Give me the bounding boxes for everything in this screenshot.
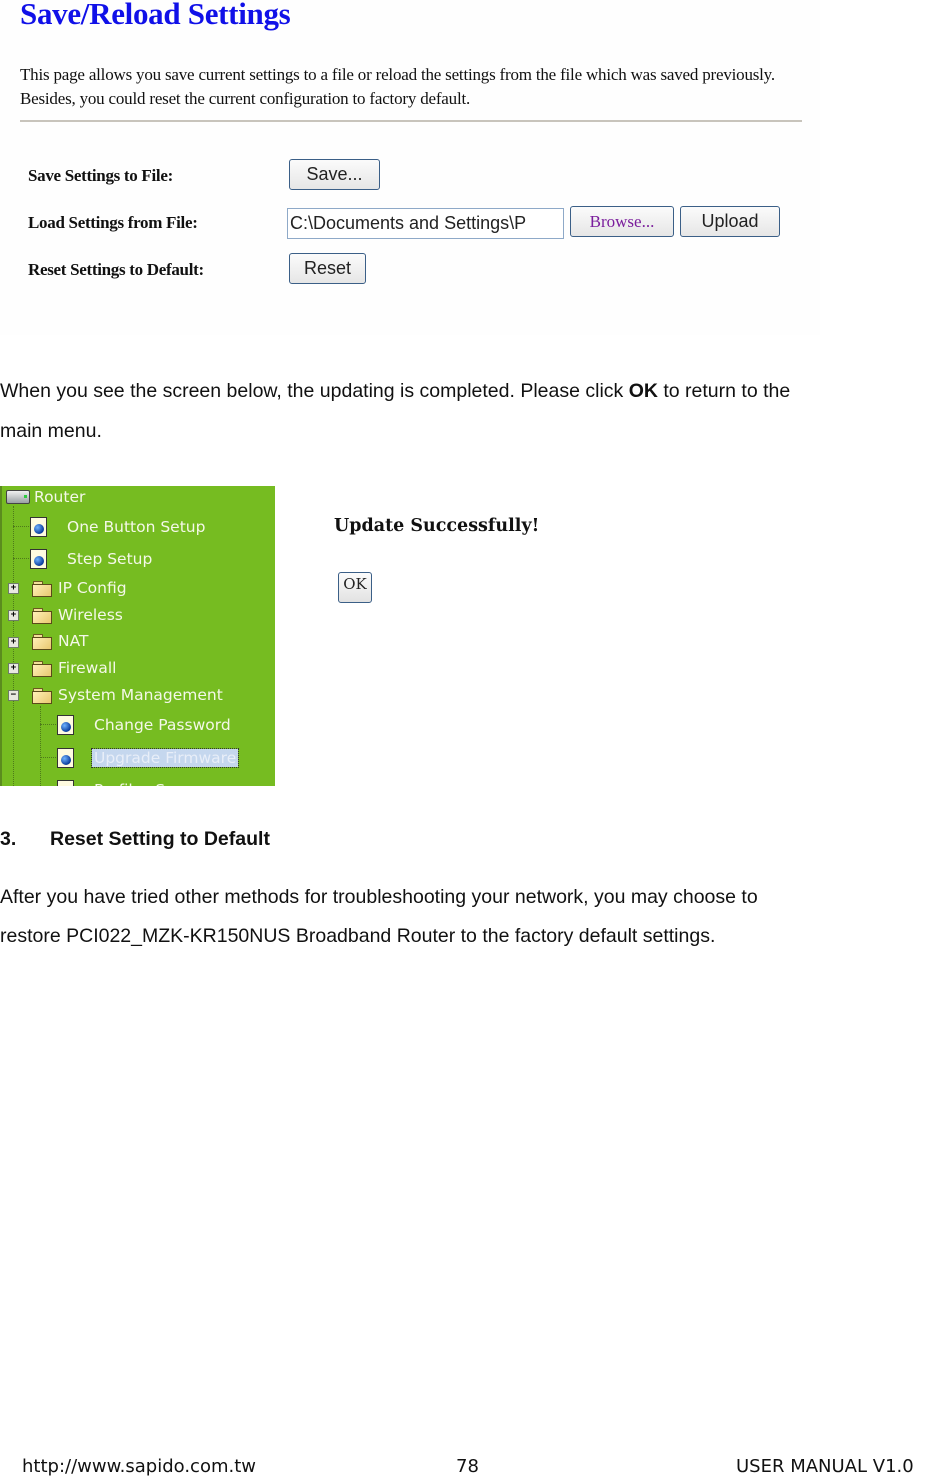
footer-manual-version: USER MANUAL V1.0 [736,1456,914,1477]
tree-label: One Button Setup [67,518,206,536]
web-page-icon [57,780,74,786]
tree-guide-line [40,724,56,725]
page-description: This page allows you save current settin… [20,65,775,108]
expand-icon[interactable]: + [8,637,19,648]
update-success-screenshot: Router One Button Setup Step Setup + IP … [0,486,940,786]
tree-item-wireless[interactable]: Wireless [32,603,123,627]
tree-label: Wireless [58,606,123,624]
tree-item-step-setup[interactable]: Step Setup [30,547,152,571]
web-page-icon [57,748,74,768]
tree-root-router[interactable]: Router [6,486,85,509]
router-icon [6,490,30,504]
browse-button[interactable]: Browse... [570,206,674,237]
tree-label: Profiles Save [94,781,193,786]
section-title: Reset Setting to Default [50,828,270,850]
update-success-message: Update Successfully! [334,516,540,536]
reset-button[interactable]: Reset [289,253,366,284]
tree-item-one-button-setup[interactable]: One Button Setup [30,515,205,539]
tree-item-profiles-save[interactable]: Profiles Save [57,778,193,786]
tree-label: NAT [58,632,89,650]
tree-guide-line [40,757,56,758]
tree-label-selected: Upgrade Firmware [90,748,240,768]
tree-label: System Management [58,686,223,704]
section-heading: 3. Reset Setting to Default [0,828,270,851]
page-title: Save/Reload Settings [20,0,291,31]
tree-item-upgrade-firmware[interactable]: Upgrade Firmware [57,746,240,770]
tree-label: Change Password [94,716,231,734]
navigation-tree: Router One Button Setup Step Setup + IP … [0,486,275,786]
save-reload-settings-screenshot: Save/Reload Settings This page allows yo… [0,0,820,335]
section-paragraph-line2: restore PCI022_MZK-KR150NUS Broadband Ro… [0,925,716,947]
reset-settings-label: Reset Settings to Default: [28,260,204,279]
open-folder-icon [32,687,52,704]
tree-item-change-password[interactable]: Change Password [57,713,231,737]
tree-item-nat[interactable]: NAT [32,629,88,653]
section-paragraph-line1: After you have tried other methods for t… [0,886,758,908]
tree-guide-line [13,558,29,559]
load-settings-label: Load Settings from File: [28,213,198,232]
divider [20,120,802,122]
web-page-icon [30,517,47,537]
footer-page-number: 78 [456,1456,479,1477]
save-button[interactable]: Save... [289,159,380,190]
folder-icon [32,580,52,597]
paragraph-update-complete: When you see the screen below, the updat… [0,371,790,411]
upload-button[interactable]: Upload [680,206,780,237]
tree-guide-line [13,526,29,527]
file-path-input[interactable]: C:\Documents and Settings\P [287,208,564,239]
expand-icon[interactable]: + [8,583,19,594]
tree-label: Step Setup [67,550,153,568]
paragraph-text: to return to the [657,380,791,402]
tree-item-system-management[interactable]: System Management [32,683,223,707]
save-settings-label: Save Settings to File: [28,166,173,185]
web-page-icon [57,715,74,735]
section-number: 3. [0,828,17,850]
web-page-icon [30,549,47,569]
expand-icon[interactable]: + [8,610,19,621]
collapse-icon[interactable]: − [8,690,19,701]
paragraph-text: When you see the screen below, the updat… [0,380,629,402]
footer-url: http://www.sapido.com.tw [22,1456,256,1477]
tree-guide-line [40,706,41,786]
tree-item-firewall[interactable]: Firewall [32,656,116,680]
ok-button[interactable]: OK [338,572,372,603]
tree-label: Router [34,488,86,506]
tree-item-ip-config[interactable]: IP Config [32,576,127,600]
ok-emphasis: OK [628,380,658,402]
folder-icon [32,660,52,677]
expand-icon[interactable]: + [8,663,19,674]
folder-icon [32,633,52,650]
tree-label: IP Config [58,579,127,597]
tree-label: Firewall [58,659,117,677]
folder-icon [32,607,52,624]
paragraph-line2: main menu. [0,420,102,442]
